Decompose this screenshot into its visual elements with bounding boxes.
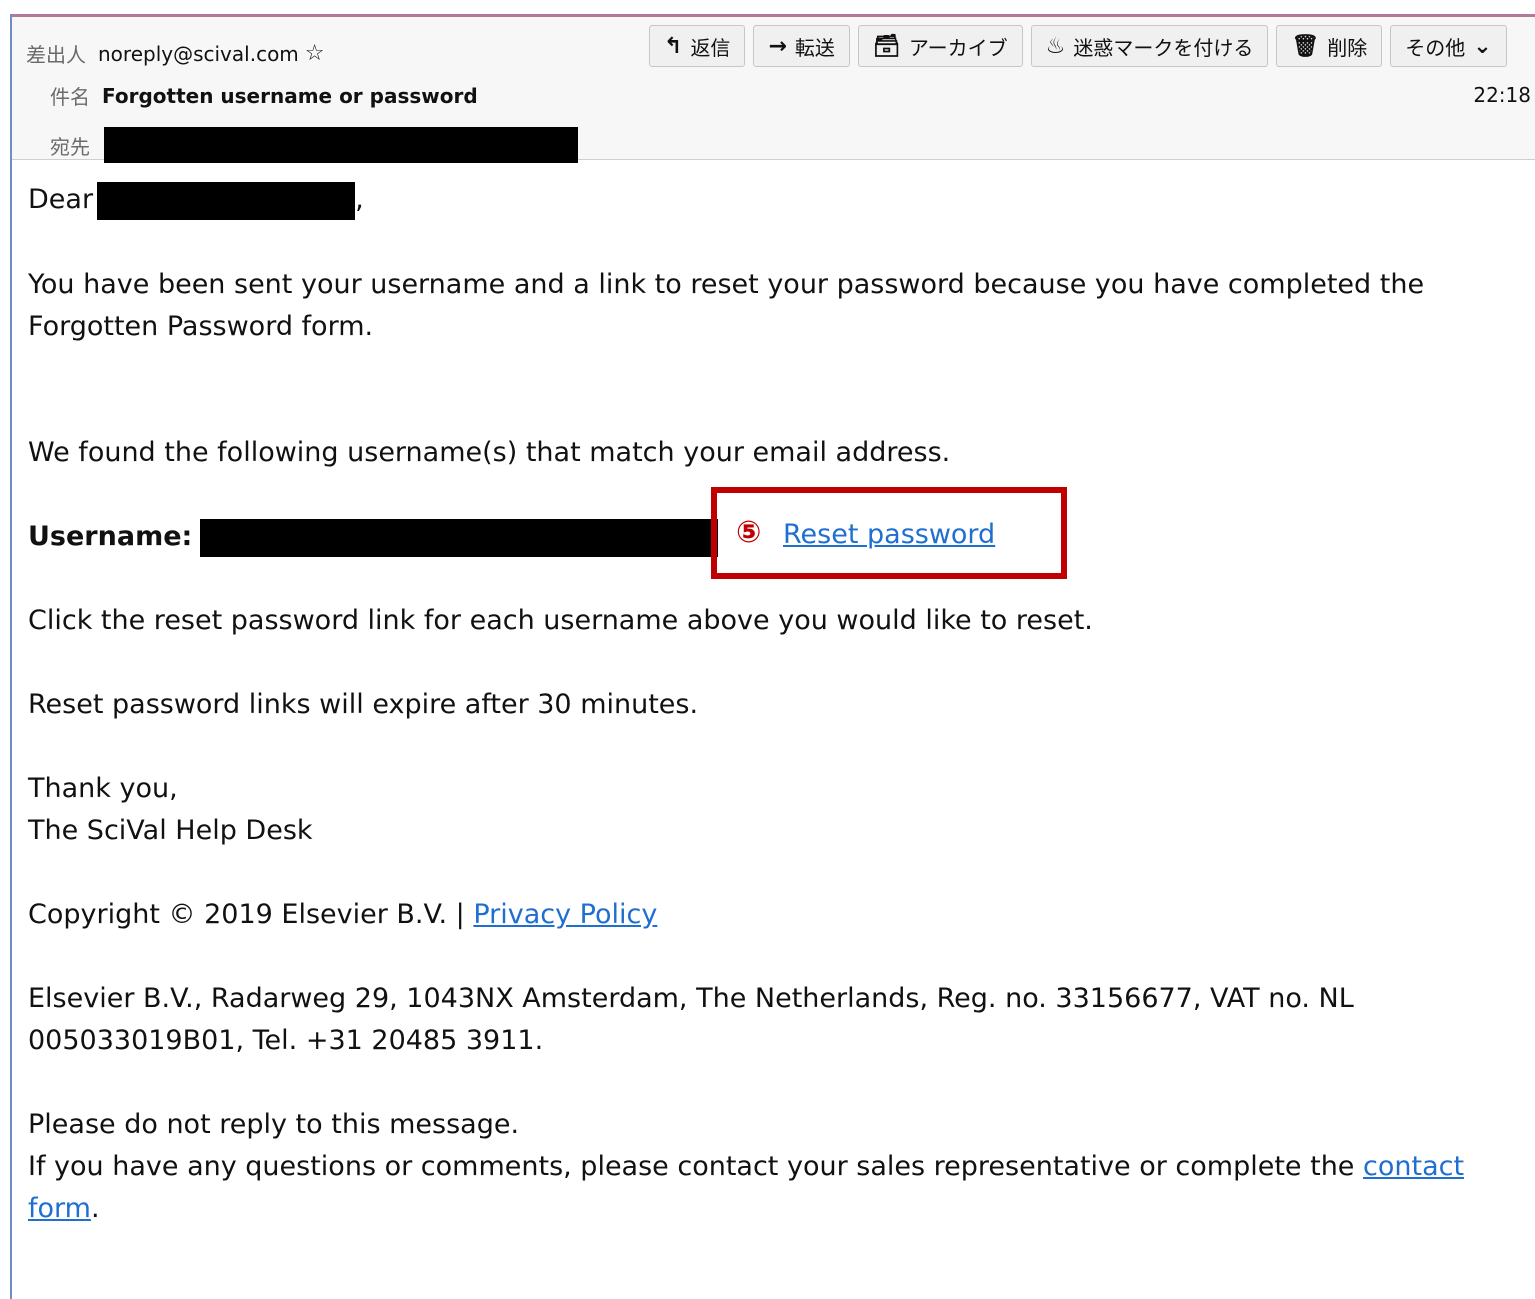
junk-button[interactable]: ♨ 迷惑マークを付ける: [1030, 25, 1269, 67]
to-row: 宛先: [50, 127, 578, 163]
message-toolbar: ↰ 返信 → 転送 🗃 アーカイブ ♨ 迷惑マークを付ける 🗑 削除 その他 ⌄: [649, 25, 1507, 67]
para3: Click the reset password link for each u…: [28, 605, 1093, 636]
reply-icon: ↰: [664, 33, 683, 59]
star-icon[interactable]: ☆: [305, 41, 325, 66]
from-address[interactable]: noreply@scival.com: [98, 42, 299, 66]
address-line2: 005033019B01, Tel. +31 20485 3911.: [28, 1025, 544, 1056]
from-label: 差出人: [26, 43, 86, 67]
contact-link[interactable]: contact: [1363, 1151, 1464, 1182]
step-marker: ⑤: [736, 515, 762, 550]
redacted-username: [200, 518, 719, 557]
contact-form-link[interactable]: form: [28, 1193, 91, 1224]
forward-icon: →: [768, 33, 787, 59]
contact-text: If you have any questions or comments, p…: [28, 1151, 1363, 1182]
para1-line2: Forgotten Password form.: [28, 311, 374, 342]
copyright-text: Copyright © 2019 Elsevier B.V. |: [28, 899, 474, 930]
forward-label: 転送: [794, 35, 835, 60]
subject-label: 件名: [50, 85, 90, 109]
junk-flame-icon: ♨: [1045, 33, 1066, 59]
junk-label: 迷惑マークを付ける: [1073, 35, 1254, 60]
reply-label: 返信: [690, 35, 731, 60]
message-time: 22:18: [1473, 83, 1531, 107]
delete-label: 削除: [1327, 35, 1368, 60]
redacted-name: [97, 181, 356, 220]
signature-line: The SciVal Help Desk: [28, 815, 313, 846]
thanks-line: Thank you,: [28, 773, 178, 804]
contact-line2: form.: [28, 1188, 100, 1230]
para4: Reset password links will expire after 3…: [28, 689, 699, 720]
more-label: その他: [1405, 35, 1466, 60]
window-left-border: [10, 14, 12, 1299]
archive-button[interactable]: 🗃 アーカイブ: [857, 25, 1023, 67]
para1-line1: You have been sent your username and a l…: [28, 269, 1425, 300]
chevron-down-icon: ⌄: [1473, 33, 1492, 59]
archive-icon: 🗃: [872, 33, 901, 59]
delete-button[interactable]: 🗑 削除: [1276, 25, 1383, 67]
to-label: 宛先: [50, 134, 90, 159]
redacted-recipient: [104, 127, 578, 163]
more-button[interactable]: その他 ⌄: [1390, 25, 1507, 67]
subject-text: Forgotten username or password: [102, 83, 478, 108]
address-line1: Elsevier B.V., Radarweg 29, 1043NX Amste…: [28, 983, 1354, 1014]
username-line: Username:: [28, 516, 719, 558]
forward-button[interactable]: → 転送: [753, 25, 850, 67]
subject-row: 件名 Forgotten username or password: [50, 81, 478, 110]
para2: We found the following username(s) that …: [28, 437, 951, 468]
privacy-policy-link[interactable]: Privacy Policy: [473, 899, 657, 930]
greeting-suffix: ,: [355, 184, 364, 215]
noreply-line: Please do not reply to this message.: [28, 1109, 520, 1140]
copyright-line: Copyright © 2019 Elsevier B.V. | Privacy…: [28, 894, 657, 936]
trash-icon: 🗑: [1291, 33, 1320, 59]
contact-end: .: [90, 1193, 100, 1224]
reply-button[interactable]: ↰ 返信: [649, 25, 746, 67]
username-label: Username:: [28, 521, 193, 552]
archive-label: アーカイブ: [908, 35, 1008, 60]
greeting-text: Dear: [28, 184, 94, 215]
greeting-line: Dear,: [28, 179, 364, 221]
from-row: 差出人 noreply@scival.com ☆: [26, 39, 325, 68]
contact-line: If you have any questions or comments, p…: [28, 1146, 1464, 1188]
message-header: 差出人 noreply@scival.com ☆ 件名 Forgotten us…: [12, 17, 1535, 163]
reset-password-link[interactable]: Reset password: [783, 514, 995, 556]
